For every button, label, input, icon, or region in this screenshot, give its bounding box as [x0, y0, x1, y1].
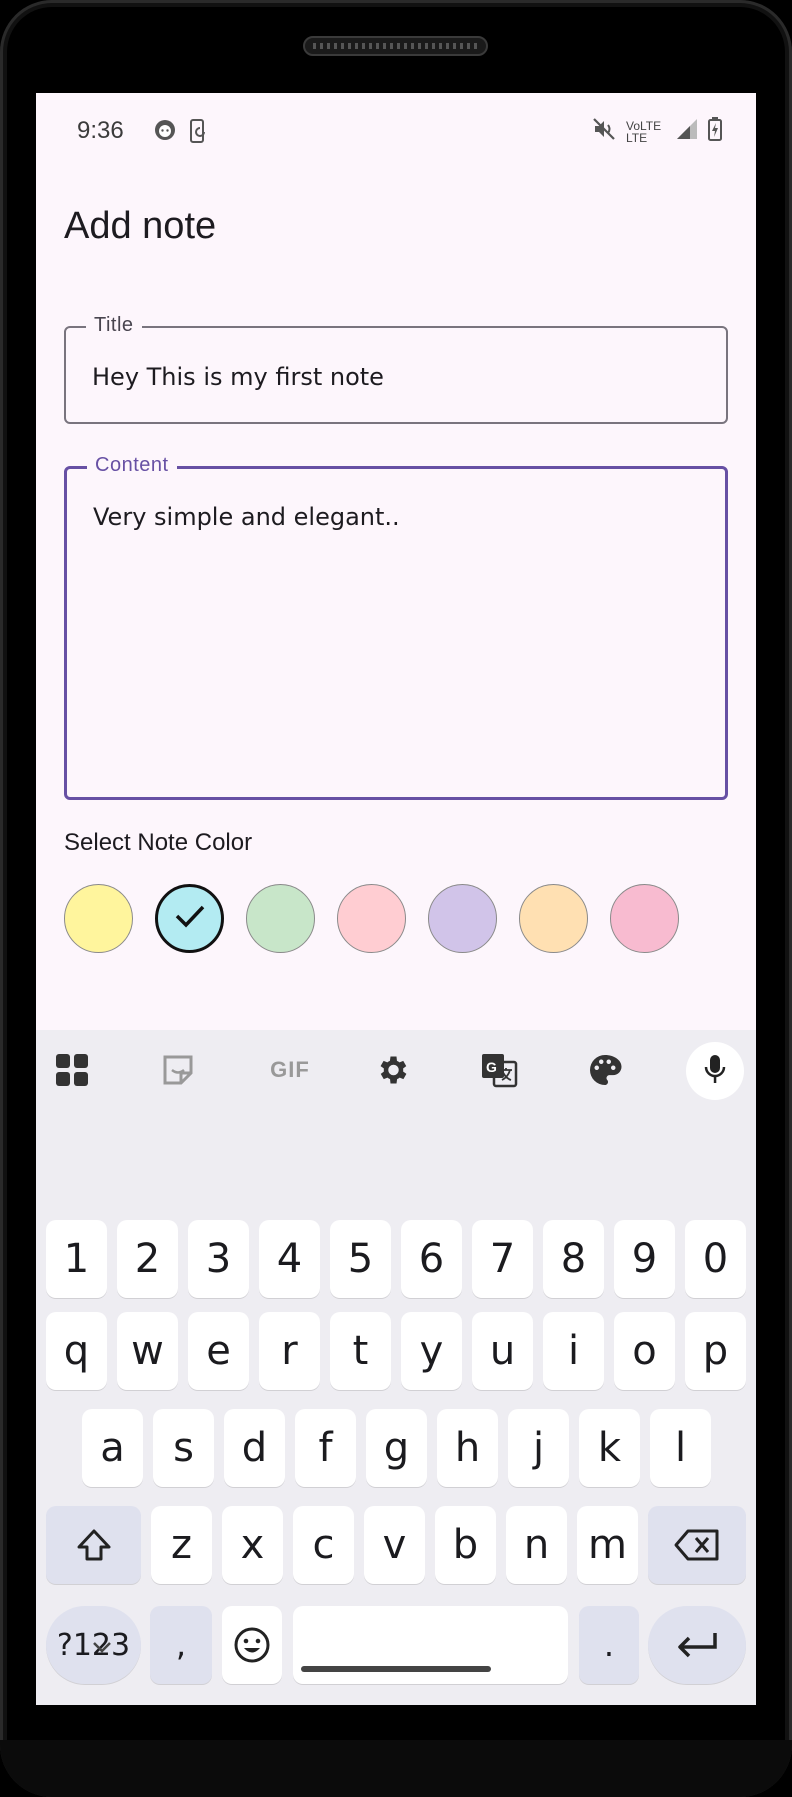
key-s[interactable]: s: [153, 1409, 214, 1487]
keyboard-toolbar: GIF G: [36, 1030, 756, 1110]
translate-icon[interactable]: G: [479, 1050, 519, 1090]
palette-icon[interactable]: [585, 1050, 625, 1090]
apps-grid-icon[interactable]: [52, 1050, 92, 1090]
key-5[interactable]: 5: [330, 1220, 391, 1298]
color-swatch[interactable]: [519, 884, 588, 953]
color-swatch[interactable]: [155, 884, 224, 953]
key-n[interactable]: n: [506, 1506, 567, 1584]
title-field[interactable]: Title Hey This is my first note: [64, 314, 728, 424]
key-d[interactable]: d: [224, 1409, 285, 1487]
title-field-label: Title: [86, 314, 142, 337]
key-e[interactable]: e: [188, 1312, 249, 1390]
key-4[interactable]: 4: [259, 1220, 320, 1298]
comma-key[interactable]: ,: [150, 1606, 212, 1684]
key-2[interactable]: 2: [117, 1220, 178, 1298]
key-k[interactable]: k: [579, 1409, 640, 1487]
svg-text:G: G: [486, 1059, 497, 1075]
key-3[interactable]: 3: [188, 1220, 249, 1298]
key-m[interactable]: m: [577, 1506, 638, 1584]
key-h[interactable]: h: [437, 1409, 498, 1487]
content-field-label: Content: [87, 454, 177, 477]
content-field-value: Very simple and elegant..: [93, 503, 400, 531]
emoji-key[interactable]: [222, 1606, 282, 1684]
key-1[interactable]: 1: [46, 1220, 107, 1298]
key-u[interactable]: u: [472, 1312, 533, 1390]
color-swatch[interactable]: [610, 884, 679, 953]
status-bar: 9:36 VoLTE LTE: [36, 93, 756, 153]
home-indicator[interactable]: [301, 1666, 491, 1672]
key-f[interactable]: f: [295, 1409, 356, 1487]
key-t[interactable]: t: [330, 1312, 391, 1390]
page-title: Add note: [64, 205, 217, 247]
key-o[interactable]: o: [614, 1312, 675, 1390]
key-0[interactable]: 0: [685, 1220, 746, 1298]
key-a[interactable]: a: [82, 1409, 143, 1487]
status-left-icons: [154, 119, 208, 148]
key-p[interactable]: p: [685, 1312, 746, 1390]
key-6[interactable]: 6: [401, 1220, 462, 1298]
key-q[interactable]: q: [46, 1312, 107, 1390]
key-l[interactable]: l: [650, 1409, 711, 1487]
chevron-down-icon[interactable]: [91, 1640, 113, 1659]
shift-key[interactable]: [46, 1506, 141, 1584]
color-swatch[interactable]: [246, 884, 315, 953]
speaker-grille: [303, 36, 488, 56]
key-9[interactable]: 9: [614, 1220, 675, 1298]
period-key[interactable]: .: [579, 1606, 639, 1684]
status-right-icons: VoLTE LTE: [592, 117, 722, 146]
check-icon: [174, 903, 206, 934]
key-z[interactable]: z: [151, 1506, 212, 1584]
key-y[interactable]: y: [401, 1312, 462, 1390]
phone-sync-icon: [188, 119, 208, 148]
phone-frame: 9:36 VoLTE LTE Add note Title Hey This i…: [0, 0, 792, 1797]
notification-face-icon: [154, 119, 176, 148]
voice-input-button[interactable]: [686, 1042, 744, 1100]
microphone-icon: [701, 1053, 729, 1090]
color-swatches: [64, 884, 679, 953]
soft-keyboard: GIF G 1234567890 qwertyuiop asdfghjkl zxc v…: [36, 1030, 756, 1705]
color-swatch[interactable]: [428, 884, 497, 953]
space-key[interactable]: [293, 1606, 568, 1684]
gif-button[interactable]: GIF: [265, 1050, 315, 1090]
mute-icon: [592, 117, 616, 146]
key-g[interactable]: g: [366, 1409, 427, 1487]
key-x[interactable]: x: [222, 1506, 283, 1584]
key-j[interactable]: j: [508, 1409, 569, 1487]
key-v[interactable]: v: [364, 1506, 425, 1584]
settings-gear-icon[interactable]: [372, 1050, 412, 1090]
key-w[interactable]: w: [117, 1312, 178, 1390]
enter-key[interactable]: [648, 1606, 746, 1684]
key-b[interactable]: b: [435, 1506, 496, 1584]
key-c[interactable]: c: [293, 1506, 354, 1584]
key-i[interactable]: i: [543, 1312, 604, 1390]
key-8[interactable]: 8: [543, 1220, 604, 1298]
phone-bottom-bezel: [0, 1740, 792, 1797]
sticker-icon[interactable]: [158, 1050, 198, 1090]
backspace-key[interactable]: [648, 1506, 746, 1584]
title-field-value: Hey This is my first note: [92, 363, 384, 391]
battery-icon: [708, 117, 722, 146]
key-7[interactable]: 7: [472, 1220, 533, 1298]
signal-icon: [676, 118, 698, 145]
note-color-label: Select Note Color: [64, 829, 253, 856]
volte-indicator: VoLTE LTE: [626, 118, 662, 145]
status-time: 9:36: [77, 117, 124, 144]
key-r[interactable]: r: [259, 1312, 320, 1390]
color-swatch[interactable]: [64, 884, 133, 953]
content-field[interactable]: Content Very simple and elegant..: [64, 454, 728, 800]
color-swatch[interactable]: [337, 884, 406, 953]
screen: 9:36 VoLTE LTE Add note Title Hey This i…: [36, 93, 756, 1705]
